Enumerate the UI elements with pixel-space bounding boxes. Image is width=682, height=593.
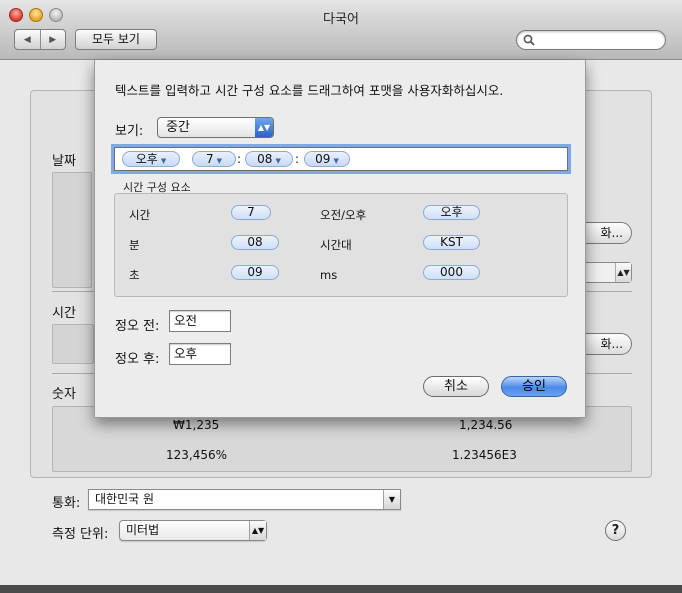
measurement-value: 미터법 [126, 523, 160, 537]
date-section-label: 날짜 [52, 154, 76, 169]
format-token-ampm[interactable]: 오후 ▼ [122, 151, 180, 167]
view-label: 보기: [115, 124, 144, 139]
search-input[interactable] [516, 30, 666, 50]
help-button[interactable]: ? [605, 520, 626, 541]
select-arrow-icon: ▲▼ [255, 118, 273, 137]
title-bar: 다국어 ◀ ▶ 모두 보기 [0, 0, 682, 60]
date-preview-box [52, 172, 92, 288]
hour-component-token[interactable]: 7 [231, 205, 271, 220]
second-component-token[interactable]: 09 [231, 265, 279, 280]
scientific-example: 1.23456E3 [452, 448, 517, 462]
number-section-label: 숫자 [52, 387, 76, 402]
select-arrow-icon: ▲▼ [615, 263, 631, 282]
format-token-minute[interactable]: 08 ▼ [245, 151, 293, 167]
second-component-label: 초 [129, 268, 140, 282]
format-field[interactable]: 오후 ▼ 7 ▼ : 08 ▼ : 09 ▼ [114, 147, 568, 171]
minute-component-token[interactable]: 08 [231, 235, 279, 250]
customize-time-sheet: 텍스트를 입력하고 시간 구성 요소를 드래그하여 포맷을 사용자화하십시오. … [94, 60, 586, 418]
ms-component-label: ms [320, 268, 338, 282]
cancel-button[interactable]: 취소 [423, 376, 489, 397]
ampm-component-token[interactable]: 오후 [423, 205, 480, 220]
chevron-down-icon: ▼ [216, 157, 223, 165]
format-token-second[interactable]: 09 ▼ [304, 151, 350, 167]
sheet-instruction: 텍스트를 입력하고 시간 구성 요소를 드래그하여 포맷을 사용자화하십시오. [115, 83, 504, 98]
currency-example: ₩1,235 [173, 418, 220, 432]
window-title: 다국어 [323, 12, 359, 27]
currency-label: 통화: [52, 496, 81, 511]
decimal-example: 1,234.56 [459, 418, 513, 432]
search-icon [523, 34, 535, 46]
percent-example: 123,456% [166, 448, 228, 462]
format-separator[interactable]: : [295, 152, 299, 166]
view-select[interactable]: 중간 ▲▼ [157, 117, 274, 138]
chevron-down-icon: ▼ [275, 157, 281, 165]
forward-button[interactable]: ▶ [39, 30, 66, 49]
chevron-down-icon: ▼ [333, 157, 339, 165]
select-arrow-icon: ▲▼ [249, 521, 266, 540]
ms-component-token[interactable]: 000 [423, 265, 480, 280]
pm-label: 정오 후: [115, 352, 160, 367]
format-token-hour[interactable]: 7 ▼ [192, 151, 236, 167]
chevron-down-icon: ▼ [160, 157, 167, 165]
desktop-strip [0, 585, 682, 593]
format-separator[interactable]: : [237, 152, 241, 166]
show-all-button[interactable]: 모두 보기 [75, 29, 157, 50]
time-preview-box [52, 324, 94, 364]
back-button[interactable]: ◀ [15, 30, 40, 49]
timezone-component-token[interactable]: KST [423, 235, 480, 250]
ok-button[interactable]: 승인 [501, 376, 567, 397]
measurement-select[interactable]: 미터법 ▲▼ [119, 520, 267, 541]
hour-component-label: 시간 [129, 208, 151, 222]
am-label: 정오 전: [115, 319, 160, 334]
currency-select[interactable]: 대한민국 원 ▼ [88, 489, 401, 510]
pm-symbol-field[interactable]: 오후 [169, 343, 231, 365]
measurement-label: 측정 단위: [52, 527, 109, 542]
minute-component-label: 분 [129, 238, 140, 252]
view-value: 중간 [166, 120, 190, 135]
timezone-component-label: 시간대 [320, 238, 352, 252]
currency-value: 대한민국 원 [95, 492, 155, 506]
nav-button-group: ◀ ▶ [14, 29, 66, 50]
components-box: 시간 7 분 08 초 09 오전/오후 오후 시간대 KST ms 000 [114, 193, 568, 297]
ampm-component-label: 오전/오후 [320, 208, 367, 222]
chevron-down-icon: ▼ [383, 490, 400, 509]
time-section-label: 시간 [52, 306, 76, 321]
am-symbol-field[interactable]: 오전 [169, 310, 231, 332]
